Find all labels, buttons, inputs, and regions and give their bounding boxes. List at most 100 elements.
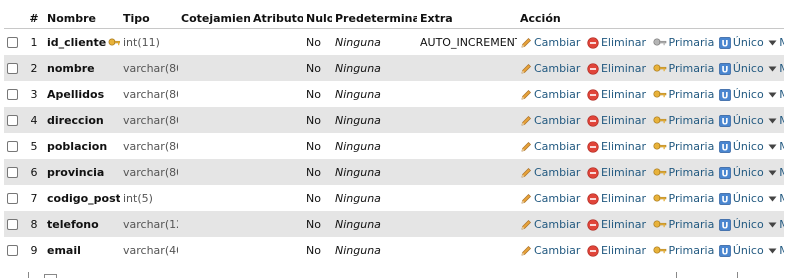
more-dropdown[interactable]: Más [768, 166, 784, 179]
unique-link[interactable]: U Único [718, 36, 764, 49]
row-checkbox[interactable] [7, 37, 18, 48]
row-number: 7 [24, 185, 44, 211]
field-collation [178, 159, 250, 185]
unique-link[interactable]: U Único [718, 192, 764, 205]
more-dropdown[interactable]: Más [768, 62, 784, 75]
select-all-checkbox[interactable] [44, 274, 57, 278]
unique-link[interactable]: U Único [718, 244, 764, 257]
primary-link[interactable]: Primaria [652, 218, 714, 231]
unique-link[interactable]: U Único [718, 217, 764, 231]
field-name-cell: telefono [44, 211, 120, 237]
row-checkbox[interactable] [7, 89, 18, 100]
primary-link[interactable]: Primaria [652, 244, 714, 257]
table-row: 4direccion varchar(80) NoNinguna Cambiar El… [4, 107, 784, 133]
select-all-arrow-icon [28, 272, 35, 278]
primary-link[interactable]: Primaria [652, 62, 714, 75]
delete-label: Eliminar [600, 35, 647, 49]
more-dropdown[interactable]: Más [768, 140, 784, 153]
primary-link[interactable]: Primaria [652, 88, 714, 101]
row-checkbox[interactable] [7, 167, 18, 178]
more-dropdown[interactable]: Más [768, 218, 784, 231]
delete-label: Eliminar [600, 139, 647, 153]
more-dropdown[interactable]: Más [768, 244, 784, 257]
footer-divider [737, 272, 742, 278]
col-header-name[interactable]: Nombre [44, 9, 120, 29]
dropdown-arrow-icon [768, 221, 777, 229]
svg-text:U: U [721, 221, 728, 231]
change-link[interactable]: Cambiar [520, 140, 580, 153]
delete-link[interactable]: Eliminar [587, 166, 646, 179]
col-header-null[interactable]: Nulo [303, 9, 332, 29]
delete-link[interactable]: Eliminar [587, 62, 646, 75]
delete-icon [587, 62, 599, 75]
delete-link[interactable]: Eliminar [587, 114, 646, 127]
change-link[interactable]: Cambiar [520, 36, 580, 49]
field-extra: AUTO_INCREMENT [417, 28, 517, 55]
delete-link[interactable]: Eliminar [587, 192, 646, 205]
delete-link[interactable]: Eliminar [587, 140, 646, 153]
svg-text:U: U [721, 91, 728, 101]
primary-link[interactable]: Primaria [652, 192, 714, 205]
primary-link[interactable]: Primaria [652, 36, 714, 49]
field-null: No [303, 133, 332, 159]
delete-link[interactable]: Eliminar [587, 244, 646, 257]
row-checkbox[interactable] [7, 115, 18, 126]
more-dropdown[interactable]: Más [768, 36, 784, 49]
unique-icon: U [718, 114, 731, 127]
delete-link[interactable]: Eliminar [587, 218, 646, 231]
primary-link[interactable]: Primaria [652, 166, 714, 179]
primary-link[interactable]: Primaria [652, 139, 715, 153]
unique-link[interactable]: U Único [718, 166, 764, 179]
change-link[interactable]: Cambiar [520, 166, 580, 179]
row-checkbox[interactable] [7, 63, 18, 74]
field-extra [417, 211, 517, 237]
more-label: Más [779, 36, 784, 49]
svg-text:U: U [721, 39, 728, 49]
change-label: Cambiar [534, 139, 581, 153]
field-name: email [47, 243, 81, 257]
change-link[interactable]: Cambiar [520, 114, 580, 127]
more-dropdown[interactable]: Más [768, 88, 784, 101]
col-header-default[interactable]: Predeterminado [332, 9, 417, 29]
delete-link[interactable]: Eliminar [587, 36, 646, 49]
row-select-cell [4, 211, 24, 237]
field-type: int(11) [120, 28, 178, 55]
row-checkbox[interactable] [7, 141, 18, 152]
more-dropdown[interactable]: Más [768, 192, 784, 205]
unique-link[interactable]: U Único [718, 62, 764, 75]
key-icon [652, 245, 667, 257]
primary-link[interactable]: Primaria [652, 114, 714, 127]
col-header-type[interactable]: Tipo [120, 9, 178, 29]
delete-icon [587, 114, 599, 127]
more-dropdown[interactable]: Más [768, 114, 784, 127]
table-row: 8telefono varchar(12) NoNinguna Cambiar Eli… [4, 211, 784, 237]
primary-label: Primaria [668, 139, 715, 153]
row-checkbox[interactable] [7, 245, 18, 256]
unique-icon: U [718, 218, 731, 231]
change-link[interactable]: Cambiar [520, 192, 580, 205]
change-label: Cambiar [534, 87, 581, 101]
key-icon [652, 89, 667, 101]
row-number: 6 [24, 159, 44, 185]
col-header-extra[interactable]: Extra [417, 9, 517, 29]
unique-link[interactable]: U Único [718, 114, 764, 127]
change-link[interactable]: Cambiar [520, 218, 580, 231]
unique-label: Único [732, 217, 764, 231]
row-checkbox[interactable] [7, 219, 18, 230]
table-row: 3Apellidos varchar(80) NoNinguna Cambiar El… [4, 81, 784, 107]
field-name-cell: direccion [44, 107, 120, 133]
more-label: Más [779, 61, 784, 75]
delete-label: Eliminar [600, 61, 647, 75]
row-checkbox[interactable] [7, 193, 18, 204]
delete-label: Eliminar [600, 243, 647, 257]
col-header-collation[interactable]: Cotejamiento [178, 9, 250, 29]
change-link[interactable]: Cambiar [520, 244, 580, 257]
field-name: Apellidos [47, 87, 105, 101]
unique-link[interactable]: U Único [718, 88, 764, 101]
change-link[interactable]: Cambiar [520, 88, 580, 101]
field-name-cell: Apellidos [44, 81, 120, 107]
change-link[interactable]: Cambiar [520, 62, 580, 75]
unique-link[interactable]: U Único [718, 140, 764, 153]
delete-link[interactable]: Eliminar [587, 88, 646, 101]
col-header-attributes[interactable]: Atributos [250, 9, 303, 29]
